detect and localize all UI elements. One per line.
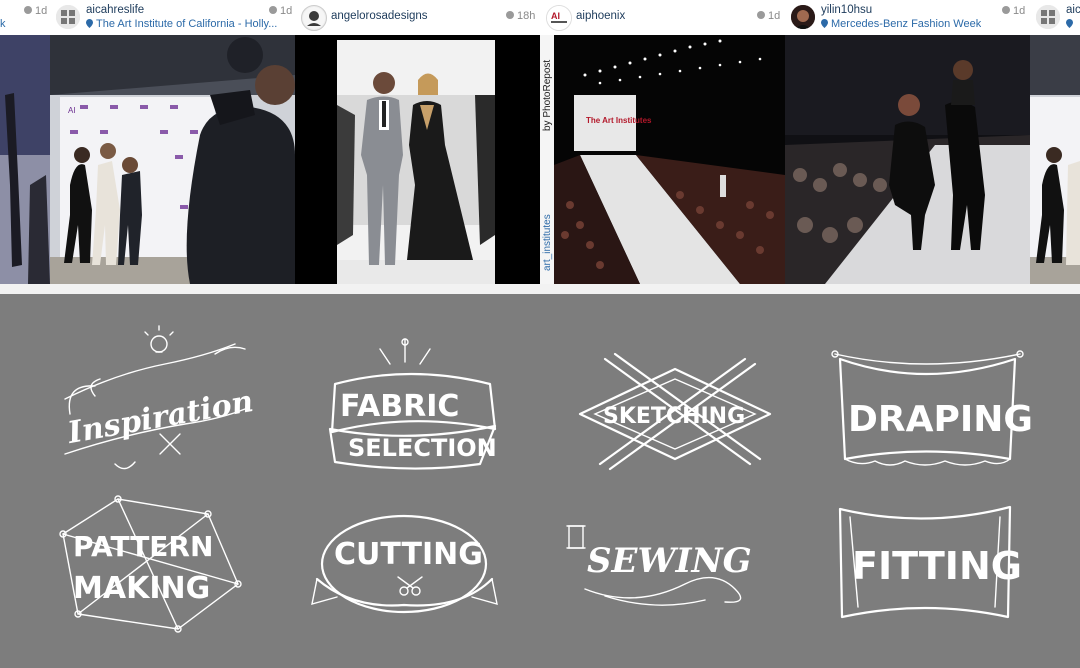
instagram-feed-strip: k 1d aicahreslife The Art Institute of C… [0, 0, 1080, 294]
process-badges-panel: Inspiration FABRIC SELECTION SKETCHING D… [0, 294, 1080, 668]
feed-post[interactable]: aicahreslife The Art Institute of Califo… [50, 0, 295, 284]
feed-post[interactable]: yilin10hsu Mercedes-Benz Fashion Week 1d [785, 0, 1030, 284]
post-username[interactable]: aic [1066, 4, 1080, 16]
location-link[interactable] [1066, 18, 1076, 30]
badge-text: DRAPING [848, 399, 1033, 440]
badge-text: SKETCHING [603, 404, 745, 429]
thread-spool-icon [566, 525, 586, 549]
badge-text: CUTTING [334, 537, 483, 572]
badge-pattern-making: PATTERN MAKING [58, 494, 248, 634]
post-time: 1d [1002, 5, 1025, 17]
post-time: 18h [506, 10, 535, 22]
badge-sewing: SEWING [565, 514, 765, 614]
location-link[interactable]: The Art Institute of California - Holly.… [86, 18, 286, 30]
badge-text: SEWING [587, 541, 752, 581]
svg-text:AI: AI [551, 11, 560, 21]
scissors-icon [397, 576, 423, 596]
post-time: 1d [269, 5, 292, 17]
badge-text: FABRIC [340, 389, 459, 424]
location-link[interactable]: k [0, 18, 6, 30]
feed-post[interactable]: angelorosadesigns 18h [295, 0, 540, 284]
avatar[interactable] [56, 5, 80, 29]
badge-text: MAKING [73, 571, 210, 606]
badge-cutting: CUTTING [311, 509, 498, 619]
clock-icon [269, 6, 277, 14]
runway-sign: The Art Institutes [586, 116, 652, 125]
post-photo[interactable]: The Art Institutes by PhotoRepost art_in… [540, 35, 785, 284]
badge-text: PATTERN [73, 530, 213, 563]
location-pin-icon [1066, 19, 1073, 28]
avatar[interactable] [301, 5, 327, 31]
post-header: AI aiphoenix 1d [540, 0, 785, 35]
backdrop-logo: AI [68, 106, 76, 115]
feed-post[interactable]: AI aiphoenix 1d The Art Institutes by Ph… [540, 0, 785, 284]
post-username[interactable]: angelorosadesigns [331, 10, 428, 22]
feed-post[interactable]: aic [1030, 0, 1080, 284]
feed-divider [0, 284, 1080, 294]
location-pin-icon [821, 19, 828, 28]
location-pin-icon [86, 19, 93, 28]
badge-text: SELECTION [348, 434, 497, 462]
badge-text: FITTING [852, 544, 1022, 588]
avatar[interactable]: AI [546, 5, 572, 31]
post-photo[interactable] [1030, 35, 1080, 284]
post-photo[interactable]: AI [50, 35, 295, 284]
badge-sketching: SKETCHING [575, 349, 775, 479]
clock-icon [506, 11, 514, 19]
post-header: angelorosadesigns 18h [295, 0, 540, 35]
repost-credit: by PhotoRepost [542, 60, 553, 131]
badge-fabric-selection: FABRIC SELECTION [320, 334, 510, 474]
clock-icon [24, 6, 32, 14]
location-link[interactable]: Mercedes-Benz Fashion Week [821, 18, 981, 30]
badge-draping: DRAPING [830, 349, 1033, 474]
avatar[interactable] [1036, 5, 1060, 29]
badge-inspiration: Inspiration [55, 324, 256, 474]
post-time: 1d [24, 5, 47, 17]
needle-icon [379, 338, 431, 365]
badge-fitting: FITTING [830, 499, 1022, 624]
clock-icon [757, 11, 765, 19]
post-header: k 1d [0, 0, 50, 35]
post-time: 1d [757, 10, 780, 22]
repost-handle[interactable]: art_institutes [542, 214, 553, 271]
pattern-lines-icon [59, 495, 242, 633]
feed-post[interactable]: k 1d [0, 0, 50, 284]
post-header: aicahreslife The Art Institute of Califo… [50, 0, 295, 35]
post-username[interactable]: aicahreslife [86, 4, 144, 16]
post-username[interactable]: aiphoenix [576, 10, 625, 22]
post-photo[interactable] [295, 35, 540, 284]
post-photo[interactable] [785, 35, 1030, 284]
post-username[interactable]: yilin10hsu [821, 4, 872, 16]
post-photo[interactable] [0, 35, 50, 284]
avatar[interactable] [791, 5, 815, 29]
post-header: aic [1030, 0, 1080, 35]
clock-icon [1002, 6, 1010, 14]
post-header: yilin10hsu Mercedes-Benz Fashion Week 1d [785, 0, 1030, 35]
lightbulb-icon [144, 325, 174, 353]
